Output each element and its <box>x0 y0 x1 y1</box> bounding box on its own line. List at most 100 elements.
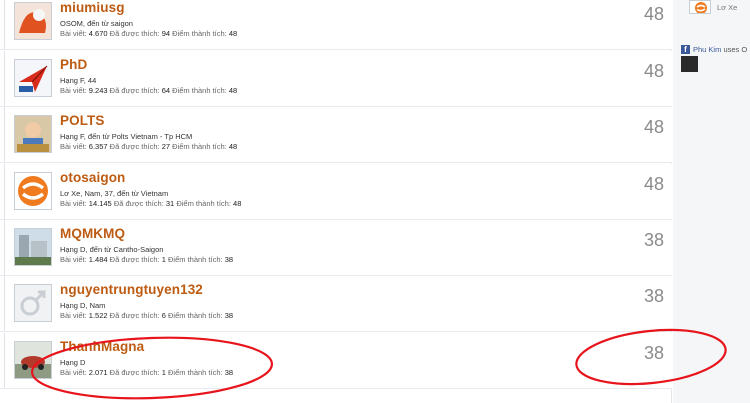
points-count: 38 <box>224 255 234 264</box>
member-stats: Bài viết: 1.522 Đã được thích: 6 Điểm th… <box>60 311 233 320</box>
points-label: Điểm thành tích: <box>167 255 223 264</box>
member-stats: Bài viết: 9.243 Đã được thích: 64 Điểm t… <box>60 86 237 95</box>
member-username[interactable]: MQMKMQ <box>60 226 125 241</box>
likes-count: 27 <box>161 142 171 151</box>
posts-label: Bài viết: <box>60 199 87 208</box>
points-count: 48 <box>233 199 242 208</box>
row-border <box>4 107 5 162</box>
likes-count: 6 <box>161 311 166 320</box>
points-label: Điểm thành tích: <box>167 311 223 320</box>
member-score: 38 <box>643 343 664 363</box>
member-username[interactable]: miumiusg <box>60 0 125 15</box>
posts-count: 4.670 <box>88 29 108 38</box>
member-avatar[interactable] <box>14 228 52 266</box>
sidebar-avatar[interactable] <box>689 0 711 14</box>
sidebar: Lơ Xe f Phu Kim uses O <box>673 0 750 403</box>
member-score: 48 <box>643 61 664 81</box>
member-row: nguyentrungtuyen132 Hạng D, Nam Bài viết… <box>0 276 672 332</box>
likes-label: Đã được thích: <box>109 368 160 377</box>
posts-label: Bài viết: <box>60 311 87 320</box>
sidebar-profile-name: Lơ Xe <box>717 3 738 12</box>
facebook-activity-text: uses O <box>721 45 748 55</box>
points-label: Điểm thành tích: <box>172 29 227 38</box>
posts-count: 1.484 <box>88 255 108 264</box>
likes-label: Đã được thích: <box>109 142 160 151</box>
member-avatar[interactable] <box>14 59 52 97</box>
member-row: miumiusg OSOM, đến từ saigon Bài viết: 4… <box>0 0 672 50</box>
points-count: 48 <box>228 142 238 151</box>
building-photo-icon <box>15 229 51 265</box>
posts-label: Bài viết: <box>60 142 87 151</box>
member-stats: Bài viết: 2.071 Đã được thích: 1 Điểm th… <box>60 368 233 377</box>
member-stats: Bài viết: 6.357 Đã được thích: 27 Điểm t… <box>60 142 237 151</box>
child-photo-icon <box>15 116 51 152</box>
member-stats: Bài viết: 1.484 Đã được thích: 1 Điểm th… <box>60 255 233 264</box>
member-stats: Bài viết: 14.145 Đã được thích: 31 Điểm … <box>60 199 241 208</box>
member-username[interactable]: otosaigon <box>60 170 125 185</box>
likes-count: 94 <box>161 29 171 38</box>
otosaigon-logo-icon <box>15 173 51 209</box>
member-avatar[interactable] <box>14 115 52 153</box>
member-stats: Bài viết: 4.670 Đã được thích: 94 Điểm t… <box>60 29 237 38</box>
posts-label: Bài viết: <box>60 29 87 38</box>
member-avatar[interactable] <box>14 2 52 40</box>
likes-count: 64 <box>161 86 171 95</box>
member-username[interactable]: POLTS <box>60 113 105 128</box>
row-border <box>4 164 5 219</box>
posts-count: 1.522 <box>88 311 108 320</box>
posts-label: Bài viết: <box>60 86 87 95</box>
paper-plane-icon <box>15 60 51 96</box>
member-avatar[interactable] <box>14 341 52 379</box>
likes-count: 1 <box>161 255 166 264</box>
member-score: 48 <box>643 174 664 194</box>
posts-count: 6.357 <box>88 142 108 151</box>
posts-count: 9.243 <box>88 86 108 95</box>
points-label: Điểm thành tích: <box>167 368 223 377</box>
points-count: 38 <box>224 368 234 377</box>
points-label: Điểm thành tích: <box>176 199 231 208</box>
member-row: POLTS Hạng F, đến từ Polts Vietnam - Tp … <box>0 107 672 163</box>
row-border <box>4 0 5 49</box>
posts-count: 2.071 <box>88 368 108 377</box>
member-username[interactable]: PhD <box>60 57 87 72</box>
points-count: 48 <box>228 29 238 38</box>
facebook-thumbnail[interactable] <box>681 56 698 72</box>
posts-label: Bài viết: <box>60 255 87 264</box>
member-title: Lơ Xe, Nam, 37, đến từ Vietnam <box>60 189 169 198</box>
male-symbol-icon <box>15 285 51 321</box>
likes-label: Đã được thích: <box>109 255 160 264</box>
points-label: Điểm thành tích: <box>172 142 227 151</box>
member-avatar[interactable] <box>14 172 52 210</box>
likes-label: Đã được thích: <box>113 199 164 208</box>
likes-count: 31 <box>165 199 175 208</box>
car-photo-icon <box>15 342 51 378</box>
member-title: Hạng D, Nam <box>60 301 106 310</box>
likes-label: Đã được thích: <box>109 29 160 38</box>
member-score: 38 <box>643 286 664 306</box>
points-label: Điểm thành tích: <box>172 86 227 95</box>
member-score: 48 <box>643 117 664 137</box>
facebook-icon: f <box>681 45 690 55</box>
member-username[interactable]: nguyentrungtuyen132 <box>60 282 203 297</box>
row-border <box>4 51 5 106</box>
member-title: Hạng F, đến từ Polts Vietnam - Tp HCM <box>60 132 193 141</box>
row-border <box>4 220 5 275</box>
facebook-activity[interactable]: f Phu Kim uses O <box>681 41 748 55</box>
otosaigon-logo-icon <box>695 2 707 13</box>
posts-label: Bài viết: <box>60 368 87 377</box>
points-count: 48 <box>228 86 238 95</box>
member-row: MQMKMQ Hạng D, đến từ Cantho-Saigon Bài … <box>0 220 672 276</box>
member-row: PhD Hạng F, 44 Bài viết: 9.243 Đã được t… <box>0 51 672 107</box>
member-title: Hạng F, 44 <box>60 76 97 85</box>
facebook-user-name[interactable]: Phu Kim <box>693 45 721 54</box>
member-list: miumiusg OSOM, đến từ saigon Bài viết: 4… <box>0 0 672 403</box>
member-username[interactable]: ThanhMagna <box>60 339 144 354</box>
row-border <box>4 333 5 388</box>
member-row: ThanhMagna Hạng D Bài viết: 2.071 Đã đượ… <box>0 333 672 389</box>
member-title: Hạng D, đến từ Cantho-Saigon <box>60 245 164 254</box>
member-score: 48 <box>643 4 664 24</box>
member-avatar[interactable] <box>14 284 52 322</box>
posts-count: 14.145 <box>88 199 112 208</box>
member-title: Hạng D <box>60 358 86 367</box>
row-border <box>4 276 5 331</box>
